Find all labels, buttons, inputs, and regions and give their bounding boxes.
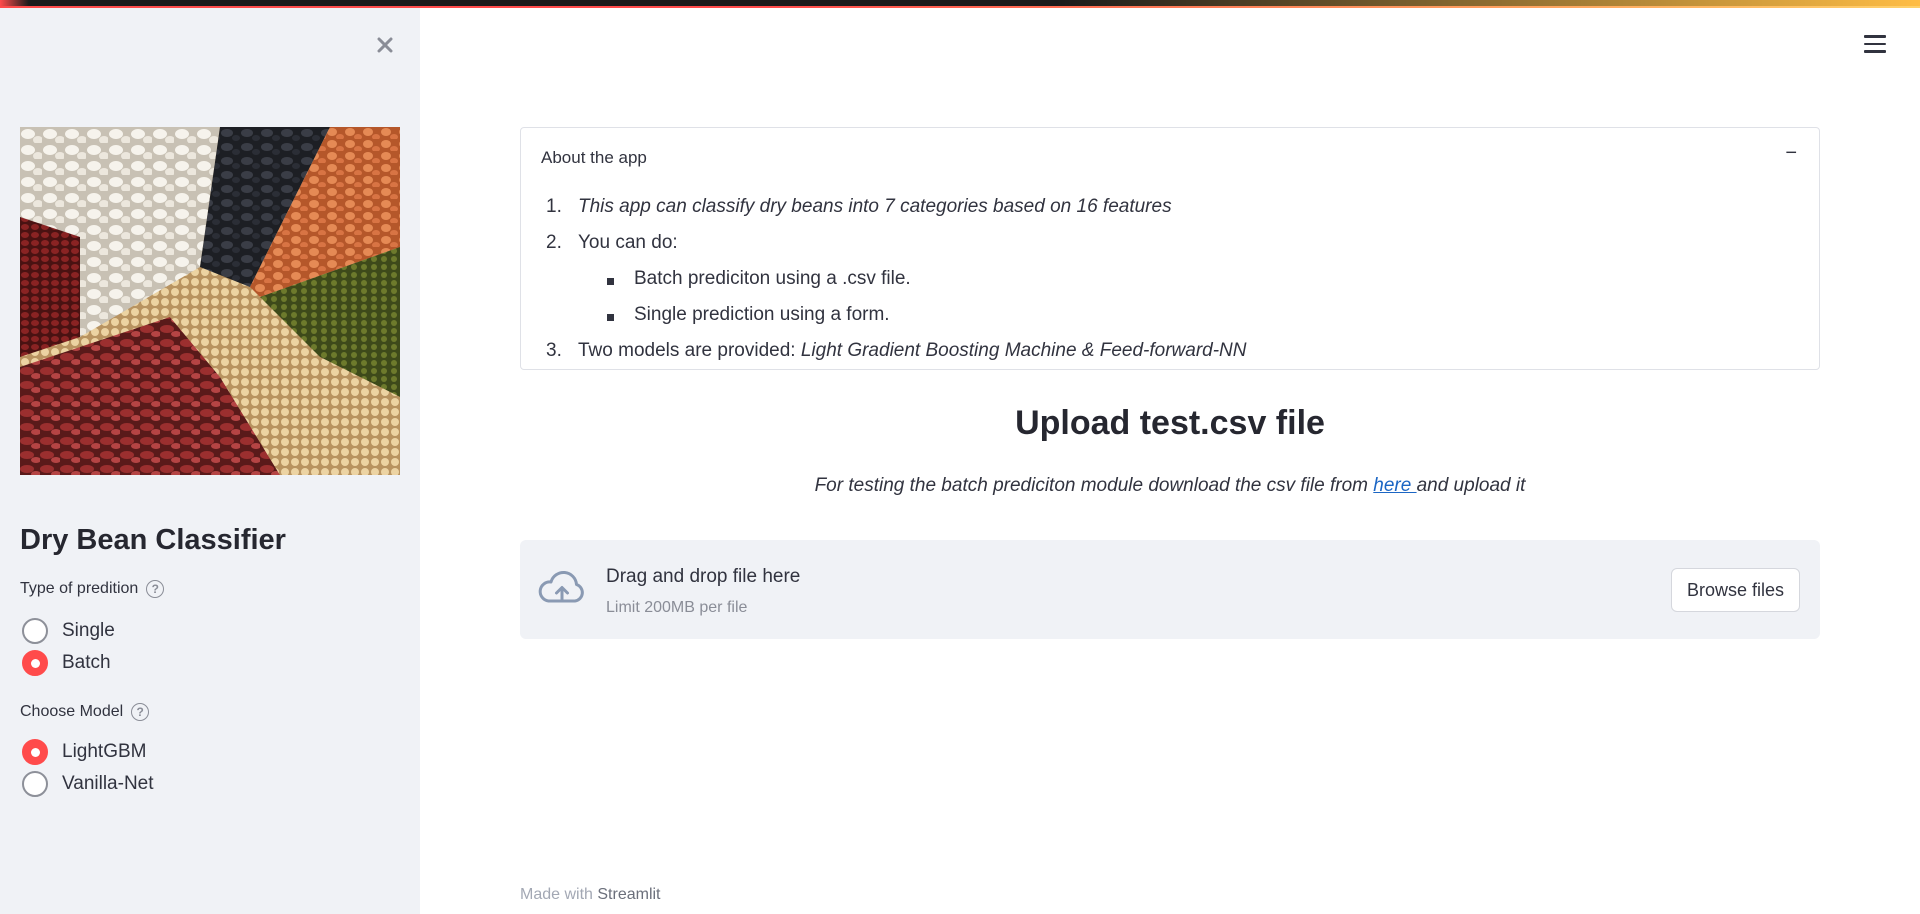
list-text-italic: Light Gradient Boosting Machine & Feed-f…: [800, 340, 1247, 361]
prediction-type-label-text: Type of predition: [20, 580, 139, 597]
list-text: This app can classify dry beans into 7 c…: [578, 196, 1172, 217]
choose-model-label-text: Choose Model: [20, 703, 124, 720]
list-text: Two models are provided: Light Gradient …: [578, 340, 1247, 362]
radio-circle-unchecked[interactable]: [22, 771, 48, 797]
dropzone-instructions: Drag and drop file here: [606, 566, 801, 587]
radio-single[interactable]: Single: [22, 618, 115, 644]
close-sidebar-button[interactable]: [370, 30, 400, 60]
expander-header[interactable]: About the app: [541, 148, 647, 168]
list-number: 2.: [546, 232, 562, 253]
radio-lightgbm[interactable]: LightGBM: [22, 739, 146, 765]
upload-description: For testing the batch prediciton module …: [520, 475, 1820, 497]
sub-list-text: Batch prediciton using a .csv file.: [634, 268, 911, 289]
radio-label-single: Single: [62, 620, 115, 641]
cloud-upload-icon: [538, 570, 584, 603]
sidebar: Dry Bean Classifier Type of predition ? …: [0, 8, 420, 914]
radio-label-lightgbm: LightGBM: [62, 741, 147, 762]
help-icon[interactable]: ?: [146, 580, 165, 598]
list-number: 3.: [546, 340, 562, 361]
beans-picture: [20, 127, 400, 475]
radio-circle-unchecked[interactable]: [22, 618, 48, 644]
streamlit-link[interactable]: Streamlit: [597, 886, 660, 903]
close-icon: [377, 37, 393, 53]
hamburger-icon-line: [1864, 42, 1886, 46]
radio-label-batch: Batch: [62, 652, 111, 673]
list-text-plain: Two models are provided:: [578, 340, 801, 361]
prediction-type-label: Type of predition ?: [20, 580, 165, 598]
footer-prefix: Made with: [520, 886, 598, 903]
beans-image: [20, 127, 400, 475]
upload-heading: Upload test.csv file: [1015, 404, 1325, 442]
bullet-icon: [607, 314, 614, 321]
browse-files-button[interactable]: Browse files: [1670, 568, 1800, 612]
hamburger-icon-line: [1864, 35, 1886, 38]
download-link[interactable]: here: [1373, 475, 1416, 496]
footer: Made with Streamlit: [520, 886, 661, 904]
radio-label-vanilla-net: Vanilla-Net: [62, 773, 154, 794]
radio-circle-checked[interactable]: [22, 650, 48, 676]
top-decoration-bar: [0, 0, 1920, 8]
dropzone-limit: Limit 200MB per file: [606, 599, 748, 616]
collapse-icon[interactable]: −: [1785, 142, 1797, 165]
app-title: Dry Bean Classifier: [20, 524, 286, 556]
radio-vanilla-net[interactable]: Vanilla-Net: [22, 771, 154, 797]
help-icon[interactable]: ?: [131, 703, 150, 721]
choose-model-label: Choose Model ?: [20, 703, 150, 721]
upload-desc-text-end: and upload it: [1416, 475, 1526, 496]
file-dropzone[interactable]: Drag and drop file here Limit 200MB per …: [520, 540, 1820, 639]
list-text: You can do:: [578, 232, 678, 253]
radio-batch[interactable]: Batch: [22, 650, 111, 676]
hamburger-icon-line: [1864, 50, 1886, 53]
radio-circle-checked[interactable]: [22, 739, 48, 765]
about-expander: About the app − 1. This app can classify…: [520, 127, 1820, 370]
upload-desc-text: For testing the batch prediciton module …: [814, 475, 1374, 496]
bullet-icon: [607, 278, 614, 285]
list-number: 1.: [546, 196, 562, 217]
sub-list-text: Single prediction using a form.: [634, 304, 890, 325]
main-menu-button[interactable]: [1860, 30, 1890, 58]
